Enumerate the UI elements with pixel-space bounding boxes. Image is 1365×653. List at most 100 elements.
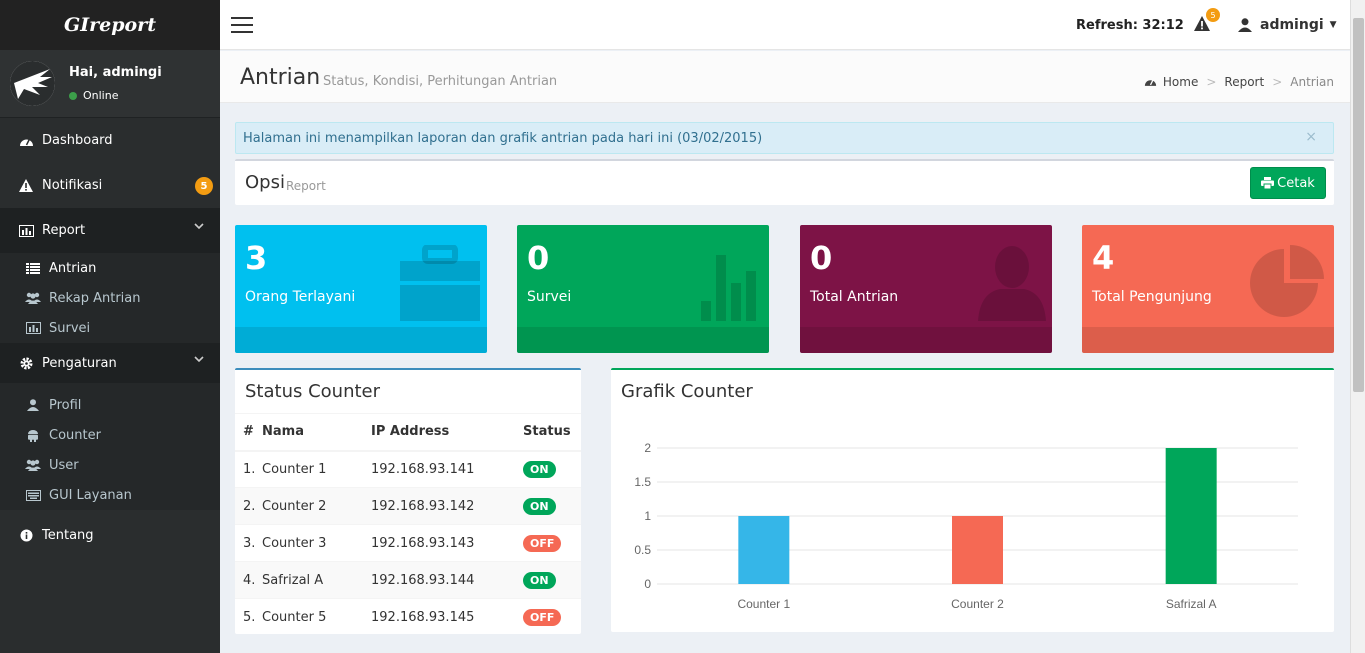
sidebar-item-antrian[interactable]: Antrian xyxy=(0,253,220,283)
bar-counter-1[interactable] xyxy=(738,516,790,584)
x-tick-label: Safrizal A xyxy=(1166,597,1217,611)
sidebar-item-label: Rekap Antrian xyxy=(49,290,141,306)
y-tick-label: 1.5 xyxy=(634,475,651,489)
sidebar-item-label: Dashboard xyxy=(42,133,113,148)
stat-footer xyxy=(235,327,487,353)
table-row: 5. Counter 5 192.168.93.145 OFF xyxy=(235,598,581,636)
user-status: Online xyxy=(69,89,162,102)
main-content: Antrian Status, Kondisi, Perhitungan Ant… xyxy=(220,51,1350,653)
alert-button[interactable]: 5 xyxy=(1194,8,1220,34)
status-badge: OFF xyxy=(523,608,562,626)
sidebar-item-gui-layanan[interactable]: GUI Layanan xyxy=(0,480,220,510)
stat-box-total-antrian[interactable]: 0 Total Antrian xyxy=(800,225,1052,353)
row-number: 3. xyxy=(235,524,262,562)
row-nama: Safrizal A xyxy=(262,561,371,599)
bar-chart-icon xyxy=(18,223,34,239)
sidebar-item-counter[interactable]: Counter xyxy=(0,420,220,450)
avatar xyxy=(10,61,55,106)
sidebar-item-user[interactable]: User xyxy=(0,450,220,480)
info-icon xyxy=(18,528,34,544)
warning-icon xyxy=(18,178,34,194)
sidebar-item-profil[interactable]: Profil xyxy=(0,390,220,420)
android-icon xyxy=(25,428,41,442)
sidebar-item-dashboard[interactable]: Dashboard xyxy=(0,118,220,163)
caret-down-icon: ▼ xyxy=(1329,20,1337,30)
stat-box-orang-terlayani[interactable]: 3 Orang Terlayani xyxy=(235,225,487,353)
sidebar-item-survei[interactable]: Survei xyxy=(0,313,220,343)
x-tick-label: Counter 2 xyxy=(951,597,1004,611)
sidebar-item-label: Counter xyxy=(49,427,101,443)
gear-icon xyxy=(18,355,34,371)
status-badge: OFF xyxy=(523,534,562,552)
chevron-down-icon xyxy=(194,222,204,233)
y-tick-label: 1 xyxy=(644,509,651,523)
bar-counter-2[interactable] xyxy=(952,516,1003,584)
sidebar-item-rekap-antrian[interactable]: Rekap Antrian xyxy=(0,283,220,313)
page-header: Antrian Status, Kondisi, Perhitungan Ant… xyxy=(220,51,1350,103)
sidebar-item-label: Antrian xyxy=(49,260,97,276)
opsi-title: Opsi xyxy=(245,172,285,193)
top-navbar: Refresh: 32:12 5 admingi ▼ xyxy=(220,0,1350,50)
stat-footer xyxy=(517,327,769,353)
table-row: 1. Counter 1 192.168.93.141 ON xyxy=(235,450,581,488)
status-counter-title: Status Counter xyxy=(245,381,381,402)
stat-footer xyxy=(1082,327,1334,353)
sidebar-item-label: Notifikasi xyxy=(42,178,103,193)
column-header-status: Status xyxy=(523,413,581,452)
pie-chart-icon xyxy=(1250,245,1324,317)
sidebar-item-report[interactable]: Report xyxy=(0,208,220,253)
status-badge: ON xyxy=(523,497,556,515)
y-tick-label: 2 xyxy=(644,441,651,455)
stat-box-survei[interactable]: 0 Survei xyxy=(517,225,769,353)
bar-safrizal-a[interactable] xyxy=(1165,448,1217,584)
page-subtitle: Status, Kondisi, Perhitungan Antrian xyxy=(323,74,558,89)
stat-label: Total Antrian xyxy=(810,289,899,305)
refresh-timer: Refresh: 32:12 xyxy=(1076,18,1184,33)
briefcase-icon xyxy=(400,245,480,321)
page-scrollbar[interactable] xyxy=(1350,0,1365,653)
status-counter-box: Status Counter # Nama IP Address Status … xyxy=(235,368,581,636)
sidebar-item-label: Pengaturan xyxy=(42,355,117,371)
breadcrumb-home[interactable]: Home xyxy=(1163,75,1198,89)
bar-chart-icon xyxy=(701,255,756,321)
sidebar-item-tentang[interactable]: Tentang xyxy=(0,513,220,558)
grafik-counter-box: Grafik Counter 0 0.5 1 1.5 2 Counter 1 Counter… xyxy=(611,368,1334,632)
user-greeting: Hai, admingi xyxy=(69,65,162,80)
stat-label: Orang Terlayani xyxy=(245,289,356,305)
stat-label: Survei xyxy=(527,289,572,305)
status-badge: ON xyxy=(523,571,556,589)
cetak-button[interactable]: Cetak xyxy=(1250,167,1326,199)
sidebar-item-notifikasi[interactable]: Notifikasi 5 xyxy=(0,163,220,208)
row-number: 5. xyxy=(235,598,262,636)
page-title: Antrian xyxy=(240,65,321,90)
user-panel: Hai, admingi Online xyxy=(0,50,220,118)
dashboard-icon xyxy=(18,133,34,149)
row-nama: Counter 3 xyxy=(262,524,371,562)
online-dot-icon xyxy=(69,91,77,100)
row-nama: Counter 2 xyxy=(262,487,371,525)
chevron-down-icon xyxy=(194,355,204,366)
sidebar-item-pengaturan[interactable]: Pengaturan xyxy=(0,343,220,383)
print-icon xyxy=(1261,177,1275,189)
eagle-logo-icon xyxy=(10,61,55,106)
breadcrumb-report[interactable]: Report xyxy=(1224,75,1264,89)
person-icon xyxy=(978,246,1046,321)
close-icon[interactable]: × xyxy=(1305,129,1317,145)
sidebar-item-label: User xyxy=(49,457,79,473)
dashboard-icon xyxy=(1144,76,1157,88)
sidebar-item-label: GUI Layanan xyxy=(49,487,132,503)
table-row: 4. Safrizal A 192.168.93.144 ON xyxy=(235,561,581,599)
table-row: 2. Counter 2 192.168.93.142 ON xyxy=(235,487,581,525)
pengaturan-submenu: Profil Counter User GUI Layanan xyxy=(0,383,220,510)
row-ip: 192.168.93.142 xyxy=(371,487,523,525)
hamburger-menu-icon[interactable] xyxy=(231,17,253,33)
row-number: 4. xyxy=(235,561,262,599)
sidebar-item-label: Tentang xyxy=(42,528,94,543)
user-menu-dropdown[interactable]: admingi ▼ xyxy=(1238,17,1337,33)
row-ip: 192.168.93.141 xyxy=(371,450,523,488)
scrollbar-thumb[interactable] xyxy=(1353,18,1364,392)
brand-logo[interactable]: GIreport xyxy=(0,0,220,50)
opsi-subtitle: Report xyxy=(286,179,326,193)
stat-box-total-pengunjung[interactable]: 4 Total Pengunjung xyxy=(1082,225,1334,353)
stat-value: 4 xyxy=(1092,239,1115,277)
